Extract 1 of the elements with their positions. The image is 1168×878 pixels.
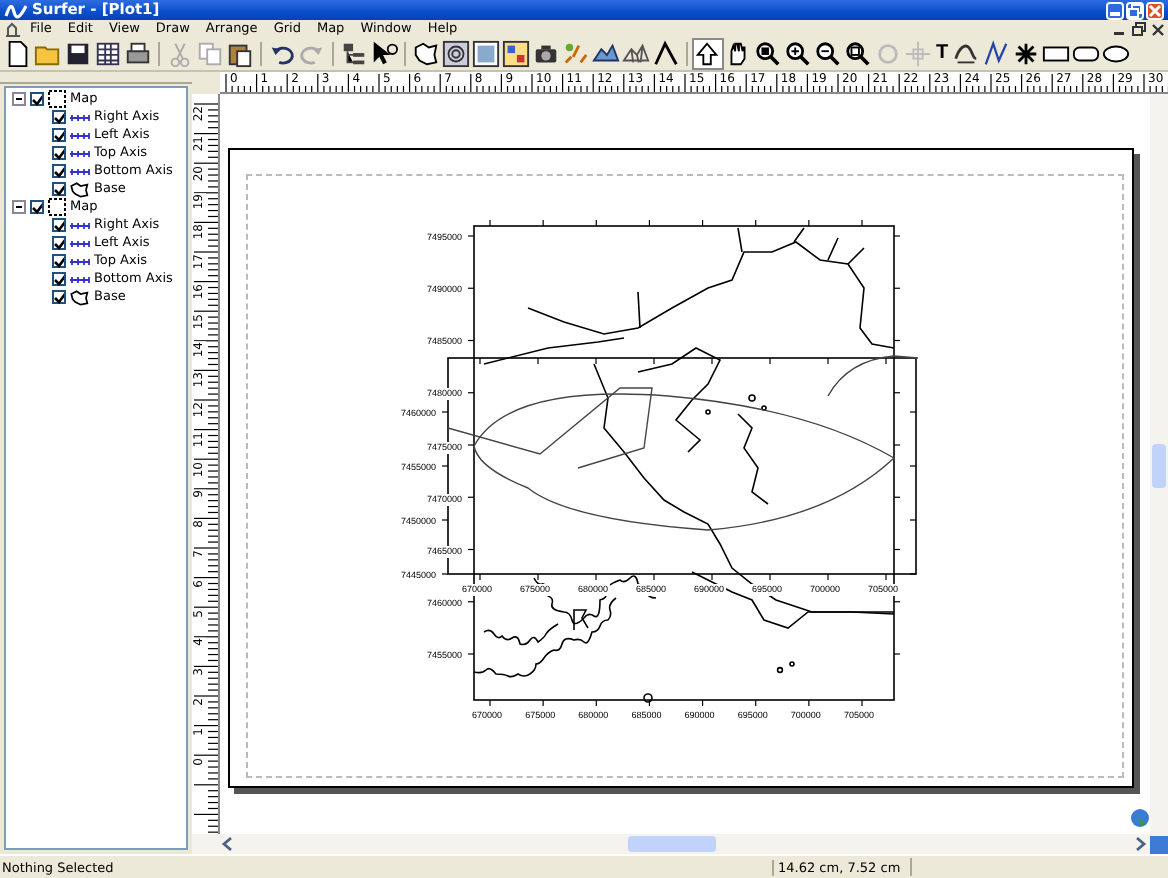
text-tool-button[interactable]: T (934, 42, 951, 66)
